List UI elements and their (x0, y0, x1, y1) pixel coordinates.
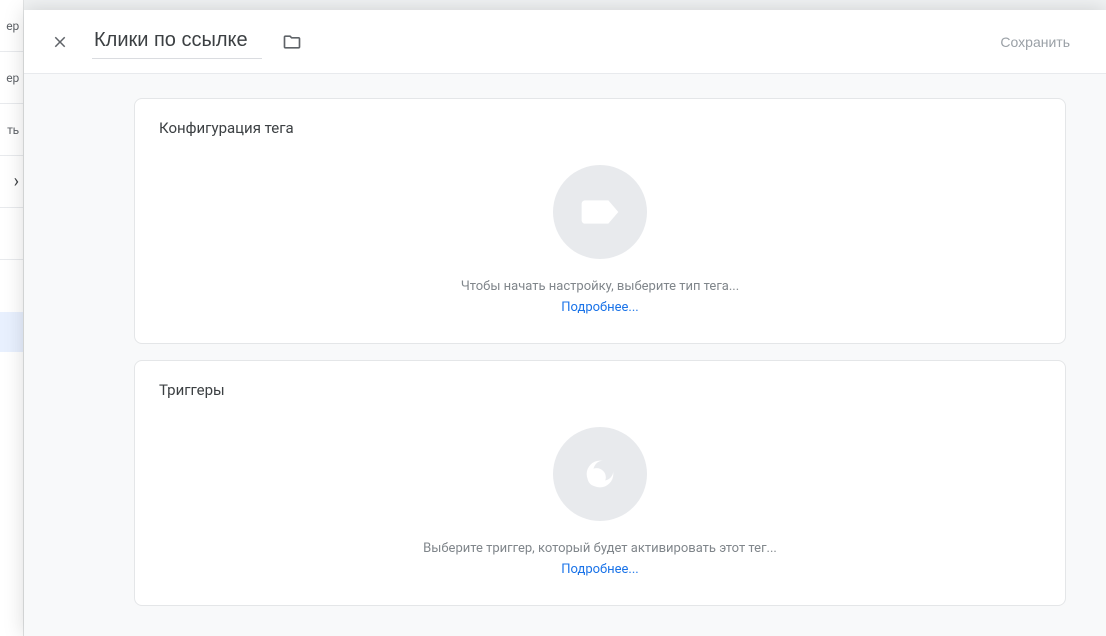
learn-more-link[interactable]: Подробнее... (561, 562, 638, 577)
card-title: Конфигурация тега (159, 119, 1041, 137)
panel-header: Сохранить (24, 10, 1106, 74)
tag-name-input[interactable] (92, 25, 262, 59)
save-button[interactable]: Сохранить (988, 26, 1082, 58)
tag-placeholder: Чтобы начать настройку, выберите тип тег… (159, 165, 1041, 315)
placeholder-text: Выберите триггер, который будет активиро… (423, 541, 777, 556)
folder-icon[interactable] (282, 32, 302, 52)
panel-body: Конфигурация тега Чтобы начать настройку… (24, 74, 1106, 636)
tag-icon (553, 165, 647, 259)
close-button[interactable] (48, 30, 72, 54)
close-icon (51, 33, 69, 51)
placeholder-text: Чтобы начать настройку, выберите тип тег… (461, 279, 739, 294)
bg-row-text: ер (6, 71, 19, 85)
chevron-right-icon: › (14, 171, 19, 192)
bg-row-text: ер (6, 19, 19, 33)
tag-editor-panel: Сохранить Конфигурация тега Чтобы начать… (24, 10, 1106, 636)
triggers-card[interactable]: Триггеры Выберите триггер, который будет… (134, 360, 1066, 606)
trigger-icon (553, 427, 647, 521)
trigger-placeholder: Выберите триггер, который будет активиро… (159, 427, 1041, 577)
bg-row-text: ть (7, 123, 19, 137)
learn-more-link[interactable]: Подробнее... (561, 300, 638, 315)
tag-configuration-card[interactable]: Конфигурация тега Чтобы начать настройку… (134, 98, 1066, 344)
background-sidebar: ер ер ть › (0, 0, 24, 636)
card-title: Триггеры (159, 381, 1041, 399)
